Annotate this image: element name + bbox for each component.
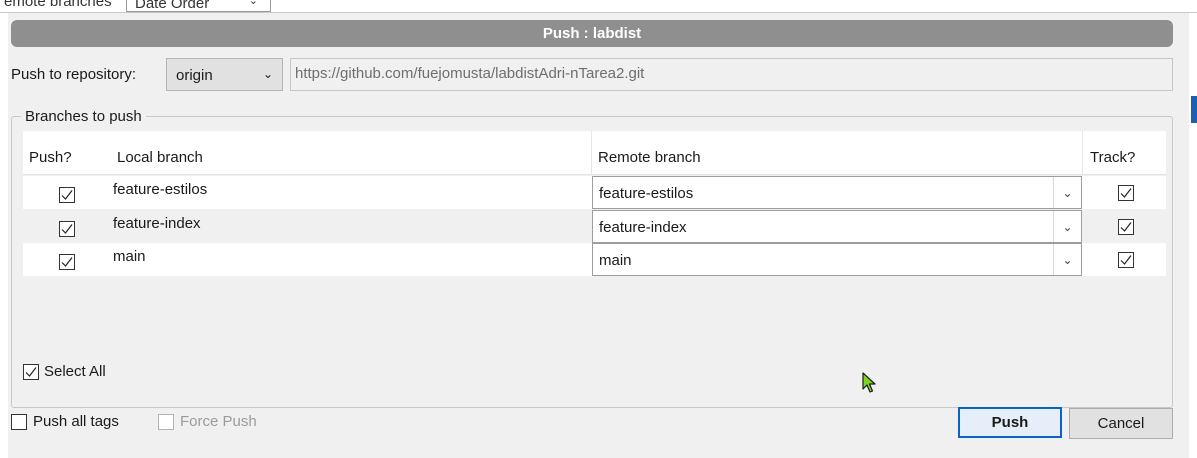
push-button-label: Push [991,414,1029,431]
local-branch-name: feature-estilos [113,181,208,198]
table-header: Push? Local branch Remote branch Track? [23,131,1166,175]
table-row: feature-estilos feature-estilos ⌄ [23,176,1166,209]
local-branch-name: feature-index [113,215,201,232]
repository-select-value: origin [176,67,213,84]
dialog-title-bar: Push : labdist [11,20,1173,47]
table-row: main main ⌄ [23,243,1166,276]
chevron-down-icon: ⌄ [248,0,258,7]
remote-branch-value: feature-estilos [599,185,694,202]
background-label: emote branches [4,0,112,10]
local-branch-name: main [113,248,146,265]
mouse-pointer-icon [862,372,876,393]
chevron-down-icon[interactable]: ⌄ [1053,177,1081,208]
force-push-option: Force Push [158,413,257,430]
check-icon [61,224,73,234]
background-order-select: Date Order ⌄ [126,0,271,12]
select-all-option[interactable]: Select All [23,363,106,380]
push-checkbox[interactable] [59,254,75,270]
check-icon [61,257,73,267]
dialog-title: Push : labdist [542,25,642,42]
select-all-label: Select All [44,363,106,380]
background-window-strip: emote branches Date Order ⌄ [0,0,1197,13]
track-checkbox[interactable] [1118,219,1134,235]
remote-branch-value: feature-index [599,219,687,236]
left-edge [0,13,8,458]
check-icon [25,366,37,377]
select-all-checkbox[interactable] [23,363,39,380]
cancel-button-label: Cancel [1097,415,1145,432]
push-button[interactable]: Push [958,407,1062,438]
track-checkbox[interactable] [1118,252,1134,268]
track-checkbox[interactable] [1118,185,1134,201]
push-checkbox[interactable] [59,187,75,203]
remote-branch-select[interactable]: feature-estilos ⌄ [592,176,1082,209]
column-header-track: Track? [1090,149,1136,166]
push-all-tags-label: Push all tags [33,413,119,430]
chevron-down-icon[interactable]: ⌄ [1053,211,1081,242]
check-icon [1120,188,1132,198]
chevron-down-icon: ⌄ [262,67,273,81]
force-push-label: Force Push [180,413,257,430]
column-divider [1082,131,1083,175]
background-select-value: Date Order [135,0,210,12]
repository-label: Push to repository: [11,66,137,83]
remote-branch-value: main [599,252,632,269]
push-checkbox[interactable] [59,221,75,237]
remote-branch-select[interactable]: feature-index ⌄ [592,210,1082,243]
column-header-remote-branch: Remote branch [598,149,701,166]
check-icon [61,190,73,200]
repository-select[interactable]: origin ⌄ [166,58,283,91]
push-all-tags-option[interactable]: Push all tags [11,413,119,430]
remote-branch-select[interactable]: main ⌄ [592,243,1082,276]
force-push-checkbox [158,413,174,430]
branches-group-label: Branches to push [21,108,146,125]
table-row: feature-index feature-index ⌄ [23,210,1166,243]
column-header-push: Push? [29,149,72,166]
cancel-button[interactable]: Cancel [1069,408,1173,439]
branches-table: Push? Local branch Remote branch Track? … [23,131,1166,276]
check-icon [1120,222,1132,232]
repository-url-field[interactable]: https://github.com/fuejomusta/labdistAdr… [290,58,1173,91]
push-all-tags-checkbox[interactable] [11,413,27,430]
column-divider [591,131,592,175]
right-edge [1189,13,1197,458]
check-icon [1120,255,1132,265]
background-accent [1191,96,1197,123]
column-header-local-branch: Local branch [117,149,203,166]
chevron-down-icon[interactable]: ⌄ [1053,244,1081,275]
repository-url-value: https://github.com/fuejomusta/labdistAdr… [295,65,645,82]
